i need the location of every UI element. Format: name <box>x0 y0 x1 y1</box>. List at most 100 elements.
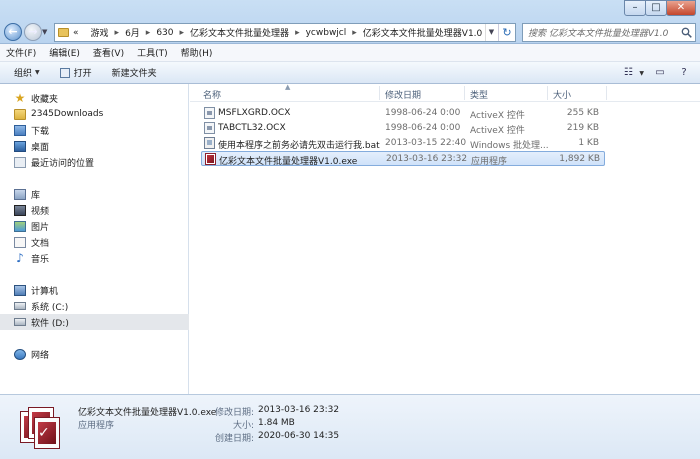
breadcrumb-overflow[interactable]: « <box>73 28 79 38</box>
application-icon: ✓ <box>20 407 62 451</box>
breadcrumb-item[interactable]: 亿彩文本文件批量处理器 <box>190 26 289 39</box>
details-size-value: 1.84 MB <box>258 418 295 428</box>
sidebar-item-favorites[interactable]: ★ 收藏夹 <box>0 90 189 106</box>
sidebar-item-label: 网络 <box>31 350 50 361</box>
check-icon: ✓ <box>38 425 50 441</box>
sidebar-item-2345downloads[interactable]: 2345Downloads <box>0 106 189 122</box>
new-folder-button[interactable]: 新建文件夹 <box>112 66 157 79</box>
column-divider[interactable] <box>547 86 548 100</box>
chevron-down-icon: ▼ <box>35 69 40 76</box>
file-row[interactable]: TABCTL32.OCX 1998-06-24 0:00 ActiveX 控件 … <box>201 121 605 136</box>
sidebar-item-network[interactable]: 网络 <box>0 346 189 362</box>
breadcrumb-item[interactable]: 游戏 <box>91 26 109 39</box>
breadcrumb-separator[interactable]: ▸ <box>352 28 357 38</box>
computer-icon <box>14 284 26 296</box>
column-divider[interactable] <box>464 86 465 100</box>
column-modified[interactable]: 修改日期 <box>385 88 421 101</box>
column-divider[interactable] <box>379 86 380 100</box>
open-label: 打开 <box>73 69 92 79</box>
minimize-button[interactable]: – <box>624 0 646 16</box>
video-icon <box>14 204 26 216</box>
recent-pages-dropdown[interactable]: ▼ <box>42 28 47 36</box>
preview-pane-icon[interactable]: ▭ <box>652 66 668 80</box>
sidebar-item-desktop[interactable]: 桌面 <box>0 138 189 154</box>
ocx-file-icon <box>204 107 215 119</box>
sidebar-item-label: 桌面 <box>31 142 50 153</box>
search-input[interactable]: 搜索 亿彩文本文件批量处理器V1.0 <box>522 23 696 42</box>
breadcrumb-item[interactable]: 6月 <box>125 26 140 39</box>
file-name: TABCTL32.OCX <box>218 123 286 133</box>
file-modified: 1998-06-24 0:00 <box>385 108 461 118</box>
menu-tools[interactable]: 工具(T) <box>137 46 168 59</box>
recent-places-icon <box>14 156 26 168</box>
sidebar-item-label: 计算机 <box>31 286 59 297</box>
organize-label: 组织 <box>14 69 33 79</box>
exe-file-icon <box>205 153 216 165</box>
bat-file-icon <box>204 137 215 149</box>
open-button[interactable]: 打开 <box>59 66 92 79</box>
maximize-button[interactable]: □ <box>645 0 667 16</box>
sidebar-item-videos[interactable]: 视频 <box>0 202 189 218</box>
sidebar-item-label: 库 <box>31 190 41 201</box>
drive-icon <box>14 318 26 326</box>
file-row[interactable]: MSFLXGRD.OCX 1998-06-24 0:00 ActiveX 控件 … <box>201 106 605 121</box>
back-button[interactable]: ← <box>4 23 22 41</box>
help-icon[interactable]: ? <box>676 66 692 80</box>
view-options-icon[interactable]: ☷ <box>620 66 636 80</box>
sidebar-item-pictures[interactable]: 图片 <box>0 218 189 234</box>
open-icon <box>59 67 70 78</box>
file-size: 1,892 KB <box>559 154 600 164</box>
column-size[interactable]: 大小 <box>553 88 571 101</box>
details-created-label: 创建日期: <box>214 434 254 444</box>
details-filename: 亿彩文本文件批量处理器V1.0.exe <box>78 408 217 418</box>
column-type[interactable]: 类型 <box>470 88 488 101</box>
file-type: ActiveX 控件 <box>470 111 525 121</box>
music-icon: ♪ <box>16 250 24 265</box>
search-placeholder: 搜索 亿彩文本文件批量处理器V1.0 <box>528 29 669 39</box>
details-created-value: 2020-06-30 14:35 <box>258 431 340 441</box>
sidebar-item-libraries[interactable]: 库 <box>0 186 189 202</box>
column-name[interactable]: 名称 <box>203 88 221 101</box>
breadcrumb-separator[interactable]: ▸ <box>295 28 300 38</box>
details-filetype: 应用程序 <box>78 421 115 431</box>
chevron-down-icon[interactable]: ▼ <box>639 70 644 77</box>
breadcrumb-separator[interactable]: ▸ <box>115 28 120 38</box>
breadcrumb-separator[interactable]: ▸ <box>146 28 151 38</box>
address-dropdown-icon[interactable]: ▼ <box>485 24 497 41</box>
file-type: 应用程序 <box>471 157 508 167</box>
address-bar[interactable]: « 游戏 ▸ 6月 ▸ 630 ▸ 亿彩文本文件批量处理器 ▸ ycwbwjcl… <box>54 23 516 42</box>
file-row-selected[interactable]: 亿彩文本文件批量处理器V1.0.exe 2013-03-16 23:32 应用程… <box>201 151 605 167</box>
sidebar-item-documents[interactable]: 文档 <box>0 234 189 250</box>
sidebar-item-music[interactable]: ♪ 音乐 <box>0 250 189 266</box>
desktop-icon <box>14 140 26 152</box>
sidebar-item-label: 图片 <box>31 222 50 233</box>
forward-button[interactable]: → <box>24 23 42 41</box>
menu-edit[interactable]: 编辑(E) <box>49 46 80 59</box>
menu-help[interactable]: 帮助(H) <box>181 46 213 59</box>
details-modified-label: 修改日期: <box>214 408 254 418</box>
column-divider[interactable] <box>606 86 607 100</box>
menu-view[interactable]: 查看(V) <box>93 46 124 59</box>
refresh-icon[interactable]: ↻ <box>498 24 515 41</box>
breadcrumb-item[interactable]: 630 <box>156 28 173 38</box>
search-icon[interactable] <box>681 27 692 38</box>
details-size-label: 大小: <box>232 421 254 431</box>
sidebar-item-label: 最近访问的位置 <box>31 158 95 169</box>
breadcrumb-separator[interactable]: ▸ <box>180 28 185 38</box>
file-size: 1 KB <box>578 138 599 148</box>
sidebar-item-computer[interactable]: 计算机 <box>0 282 189 298</box>
sidebar-item-drive-c[interactable]: 系统 (C:) <box>0 298 189 314</box>
sidebar-item-label: 2345Downloads <box>31 109 104 119</box>
menu-file[interactable]: 文件(F) <box>6 46 36 59</box>
sidebar-item-drive-d[interactable]: 软件 (D:) <box>0 314 189 330</box>
file-name: MSFLXGRD.OCX <box>218 108 291 118</box>
sidebar-item-downloads[interactable]: 下载 <box>0 122 189 138</box>
close-button[interactable]: ✕ <box>666 0 696 16</box>
organize-button[interactable]: 组织 ▼ <box>14 66 40 79</box>
breadcrumb-item[interactable]: ycwbwjcl <box>306 28 347 38</box>
file-row[interactable]: 使用本程序之前务必请先双击运行我.bat 2013-03-15 22:40 Wi… <box>201 136 605 151</box>
sidebar-item-label: 收藏夹 <box>31 94 59 105</box>
sidebar-item-recent-places[interactable]: 最近访问的位置 <box>0 154 189 170</box>
breadcrumb-item-current[interactable]: 亿彩文本文件批量处理器V1.0 <box>363 26 482 39</box>
navigation-pane: ★ 收藏夹 2345Downloads 下载 桌面 最近访问的位置 库 视频 图… <box>0 84 189 394</box>
